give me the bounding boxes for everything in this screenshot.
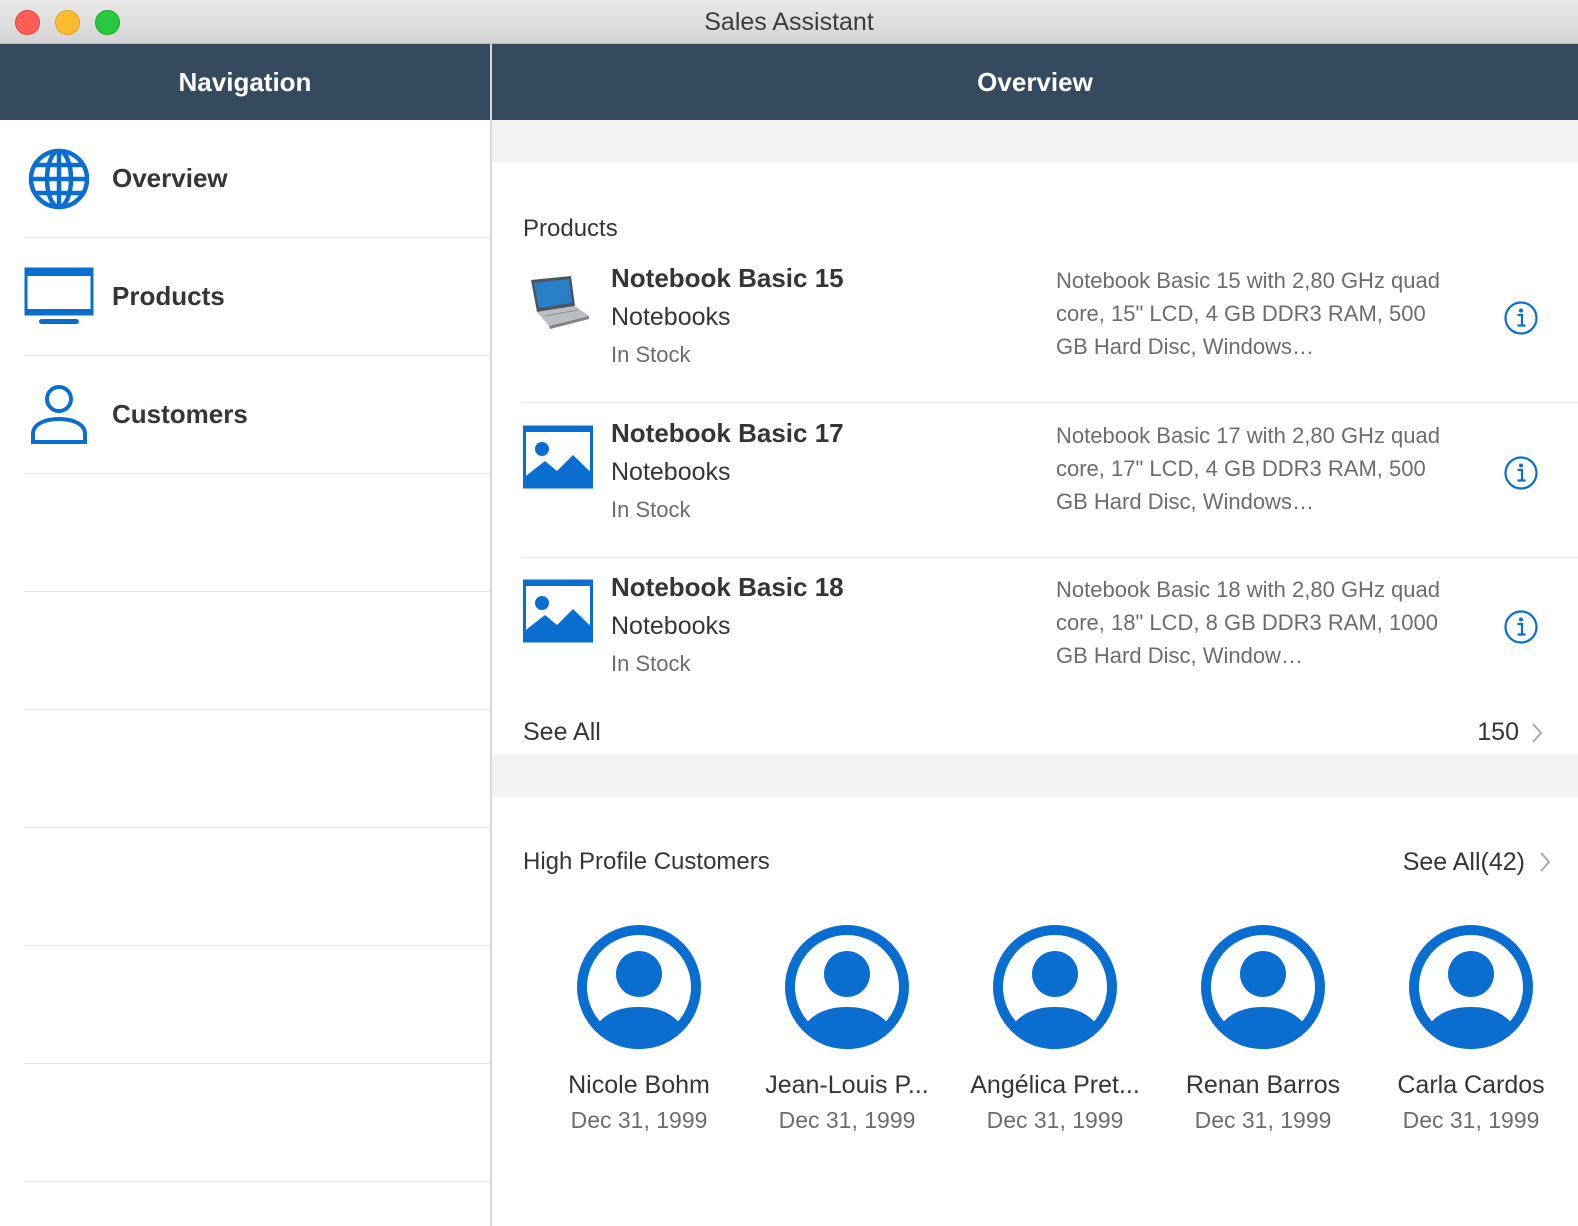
window-titlebar: Sales Assistant <box>0 0 1578 44</box>
customer-name: Carla Cardos <box>1397 1071 1545 1099</box>
empty-list-row <box>24 946 490 1064</box>
chevron-right-icon <box>1532 723 1543 743</box>
see-all-label: See All <box>523 718 601 746</box>
overview-header: Overview <box>492 44 1578 120</box>
empty-list-row <box>24 592 490 710</box>
customer-card[interactable]: Jean-Louis P... Dec 31, 1999 <box>752 925 942 1145</box>
sidebar-item-label: Overview <box>112 163 228 193</box>
sidebar-item-customers[interactable]: Customers <box>24 356 490 474</box>
customer-avatar-icon <box>577 925 701 1049</box>
customer-card[interactable]: Carla Cardos Dec 31, 1999 <box>1376 925 1566 1145</box>
product-name: Notebook Basic 17 <box>611 418 844 448</box>
overview-panel: Products Notebook Basic 15 Notebooks In … <box>492 120 1578 1226</box>
customer-avatar-icon <box>1409 925 1533 1049</box>
customer-date: Dec 31, 1999 <box>570 1107 708 1133</box>
sidebar-item-overview[interactable]: Overview <box>24 120 490 238</box>
group-separator <box>492 120 1578 162</box>
see-all-customers-button[interactable]: See All(42) <box>1362 842 1552 882</box>
globe-icon <box>28 148 90 210</box>
chevron-right-icon <box>1540 852 1551 872</box>
customers-section-title: High Profile Customers <box>523 848 770 875</box>
info-icon[interactable] <box>1503 300 1539 336</box>
customer-date: Dec 31, 1999 <box>1194 1107 1332 1133</box>
customer-date: Dec 31, 1999 <box>778 1107 916 1133</box>
group-separator <box>492 754 1578 797</box>
products-count: 150 <box>1477 718 1519 746</box>
product-description: Notebook Basic 15 with 2,80 GHz quad cor… <box>1056 268 1441 359</box>
sidebar-item-label: Customers <box>112 399 248 429</box>
empty-list-row <box>24 1064 490 1182</box>
info-icon[interactable] <box>1503 455 1539 491</box>
product-name: Notebook Basic 18 <box>611 572 844 602</box>
empty-list-row <box>24 474 490 592</box>
product-list-item[interactable]: Notebook Basic 18 Notebooks In Stock Not… <box>523 557 1578 712</box>
product-description: Notebook Basic 18 with 2,80 GHz quad cor… <box>1056 577 1441 668</box>
customer-name: Jean-Louis P... <box>765 1071 929 1099</box>
customer-card[interactable]: Nicole Bohm Dec 31, 1999 <box>544 925 734 1145</box>
customer-name: Renan Barros <box>1185 1071 1341 1099</box>
products-section-title: Products <box>523 215 618 242</box>
customer-avatar-icon <box>785 925 909 1049</box>
image-placeholder-icon <box>523 425 593 489</box>
product-list-item[interactable]: Notebook Basic 17 Notebooks In Stock Not… <box>523 403 1578 558</box>
navigation-list: Overview Products Customers <box>0 120 490 1226</box>
customer-name: Angélica Pret... <box>970 1071 1140 1099</box>
product-description: Notebook Basic 17 with 2,80 GHz quad cor… <box>1056 423 1441 514</box>
info-icon[interactable] <box>1503 609 1539 645</box>
product-list-item[interactable]: Notebook Basic 15 Notebooks In Stock Not… <box>523 248 1578 403</box>
see-all-products-button[interactable]: See All 150 <box>523 710 1547 754</box>
product-status: In Stock <box>611 651 691 676</box>
product-status: In Stock <box>611 497 691 522</box>
monitor-icon <box>24 267 94 324</box>
customer-card[interactable]: Angélica Pret... Dec 31, 1999 <box>960 925 1150 1145</box>
product-category: Notebooks <box>611 458 731 486</box>
customer-avatar-icon <box>1201 925 1325 1049</box>
product-category: Notebooks <box>611 303 731 331</box>
product-status: In Stock <box>611 342 691 367</box>
image-placeholder-icon <box>523 579 593 643</box>
empty-list-row <box>24 828 490 946</box>
empty-list-row <box>24 710 490 828</box>
customer-name: Nicole Bohm <box>568 1071 710 1099</box>
laptop-image <box>531 276 589 329</box>
sidebar-item-label: Products <box>112 281 225 311</box>
person-icon <box>31 385 87 444</box>
navigation-header: Navigation <box>0 44 490 120</box>
window-title: Sales Assistant <box>704 8 874 36</box>
customer-date: Dec 31, 1999 <box>1402 1107 1540 1133</box>
product-category: Notebooks <box>611 612 731 640</box>
customer-date: Dec 31, 1999 <box>986 1107 1124 1133</box>
sidebar-item-products[interactable]: Products <box>24 238 490 356</box>
customer-card[interactable]: Renan Barros Dec 31, 1999 <box>1168 925 1358 1145</box>
see-all-customers-label: See All(42) <box>1402 848 1525 876</box>
product-name: Notebook Basic 15 <box>611 263 844 293</box>
customer-avatar-icon <box>993 925 1117 1049</box>
